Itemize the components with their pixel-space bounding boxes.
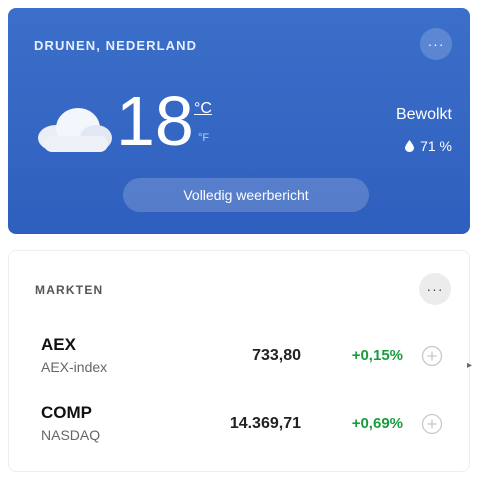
- scroll-right-arrow-icon[interactable]: ▸: [467, 360, 472, 371]
- weather-location: DRUNEN, NEDERLAND: [34, 38, 198, 53]
- fahrenheit-toggle[interactable]: °F: [198, 132, 209, 144]
- full-forecast-button[interactable]: Volledig weerbericht: [123, 178, 369, 212]
- market-change: +0,15%: [351, 347, 403, 364]
- market-name: AEX-index: [41, 359, 108, 375]
- market-price: 14.369,71: [229, 415, 301, 432]
- market-symbol: COMP: [41, 403, 92, 422]
- market-change: +0,69%: [351, 415, 403, 432]
- markets-card: MARKTEN ··· AEX AEX-index 733,80 +0,15% …: [8, 250, 470, 472]
- weather-condition: Bewolkt: [395, 106, 452, 123]
- markets-more-button[interactable]: ···: [419, 273, 451, 305]
- weather-more-button[interactable]: ···: [420, 28, 452, 60]
- add-circle-icon[interactable]: [421, 413, 443, 435]
- celsius-toggle[interactable]: °C: [194, 100, 212, 118]
- water-drop-icon: [405, 140, 415, 152]
- temperature-value: 18: [116, 82, 194, 160]
- market-name: NASDAQ: [41, 427, 101, 443]
- add-circle-icon[interactable]: [421, 345, 443, 367]
- humidity-display: 71 %: [405, 138, 452, 154]
- market-symbol: AEX: [41, 335, 76, 354]
- market-row[interactable]: COMP NASDAQ 14.369,71 +0,69%: [9, 403, 471, 459]
- humidity-value: 71 %: [420, 138, 452, 154]
- cloud-icon: [38, 108, 112, 152]
- markets-title: MARKTEN: [35, 283, 104, 297]
- market-row[interactable]: AEX AEX-index 733,80 +0,15%: [9, 335, 471, 391]
- weather-card[interactable]: DRUNEN, NEDERLAND ··· 18 °C °F Bewolkt 7…: [8, 8, 470, 234]
- market-price: 733,80: [252, 347, 301, 364]
